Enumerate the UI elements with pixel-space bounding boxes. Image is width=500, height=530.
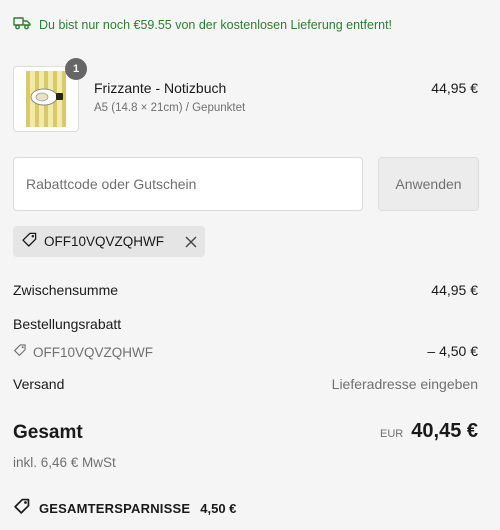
notebook-image xyxy=(26,71,66,127)
product-price: 44,95 € xyxy=(431,80,478,96)
discount-code-input[interactable] xyxy=(13,157,363,211)
free-shipping-text: Du bist nur noch €59.55 von der kostenlo… xyxy=(39,18,393,32)
applied-code-text: OFF10VQVZQHWF xyxy=(44,234,165,249)
product-name: Frizzante - Notizbuch xyxy=(94,80,227,96)
currency-code: EUR xyxy=(380,428,404,440)
total-savings-value: 4,50 € xyxy=(200,501,237,516)
tag-icon xyxy=(13,497,31,520)
shipping-value: Lieferadresse eingeben xyxy=(331,376,478,392)
total-savings-row: GESAMTERSPARNISSE 4,50 € xyxy=(13,497,236,520)
order-discount-label: Bestellungsrabatt xyxy=(13,316,122,332)
total-value-group: EUR 40,45 € xyxy=(380,420,478,443)
total-label: Gesamt xyxy=(13,422,83,443)
close-icon xyxy=(185,236,197,247)
tax-note: inkl. 6,46 € MwSt xyxy=(13,455,116,470)
product-variant: A5 (14.8 × 21cm) / Gepunktet xyxy=(94,102,246,114)
delivery-truck-icon xyxy=(13,16,31,35)
subtotal-value: 44,95 € xyxy=(431,282,478,298)
discount-code-text: OFF10VQVZQHWF xyxy=(33,345,154,360)
quantity-badge: 1 xyxy=(65,58,87,80)
remove-code-button[interactable] xyxy=(185,236,197,248)
discount-code-row: OFF10VQVZQHWF xyxy=(13,343,153,362)
free-shipping-banner: Du bist nur noch €59.55 von der kostenlo… xyxy=(13,16,392,34)
apply-discount-button[interactable]: Anwenden xyxy=(378,157,479,211)
discount-value: – 4,50 € xyxy=(427,343,478,359)
total-savings-label: GESAMTERSPARNISSE xyxy=(39,501,191,516)
tag-icon xyxy=(13,343,27,362)
subtotal-label: Zwischensumme xyxy=(13,282,119,298)
total-amount: 40,45 € xyxy=(411,420,478,442)
applied-discount-chip: OFF10VQVZQHWF xyxy=(13,226,205,257)
shipping-label: Versand xyxy=(13,376,65,392)
tag-icon xyxy=(21,231,38,253)
